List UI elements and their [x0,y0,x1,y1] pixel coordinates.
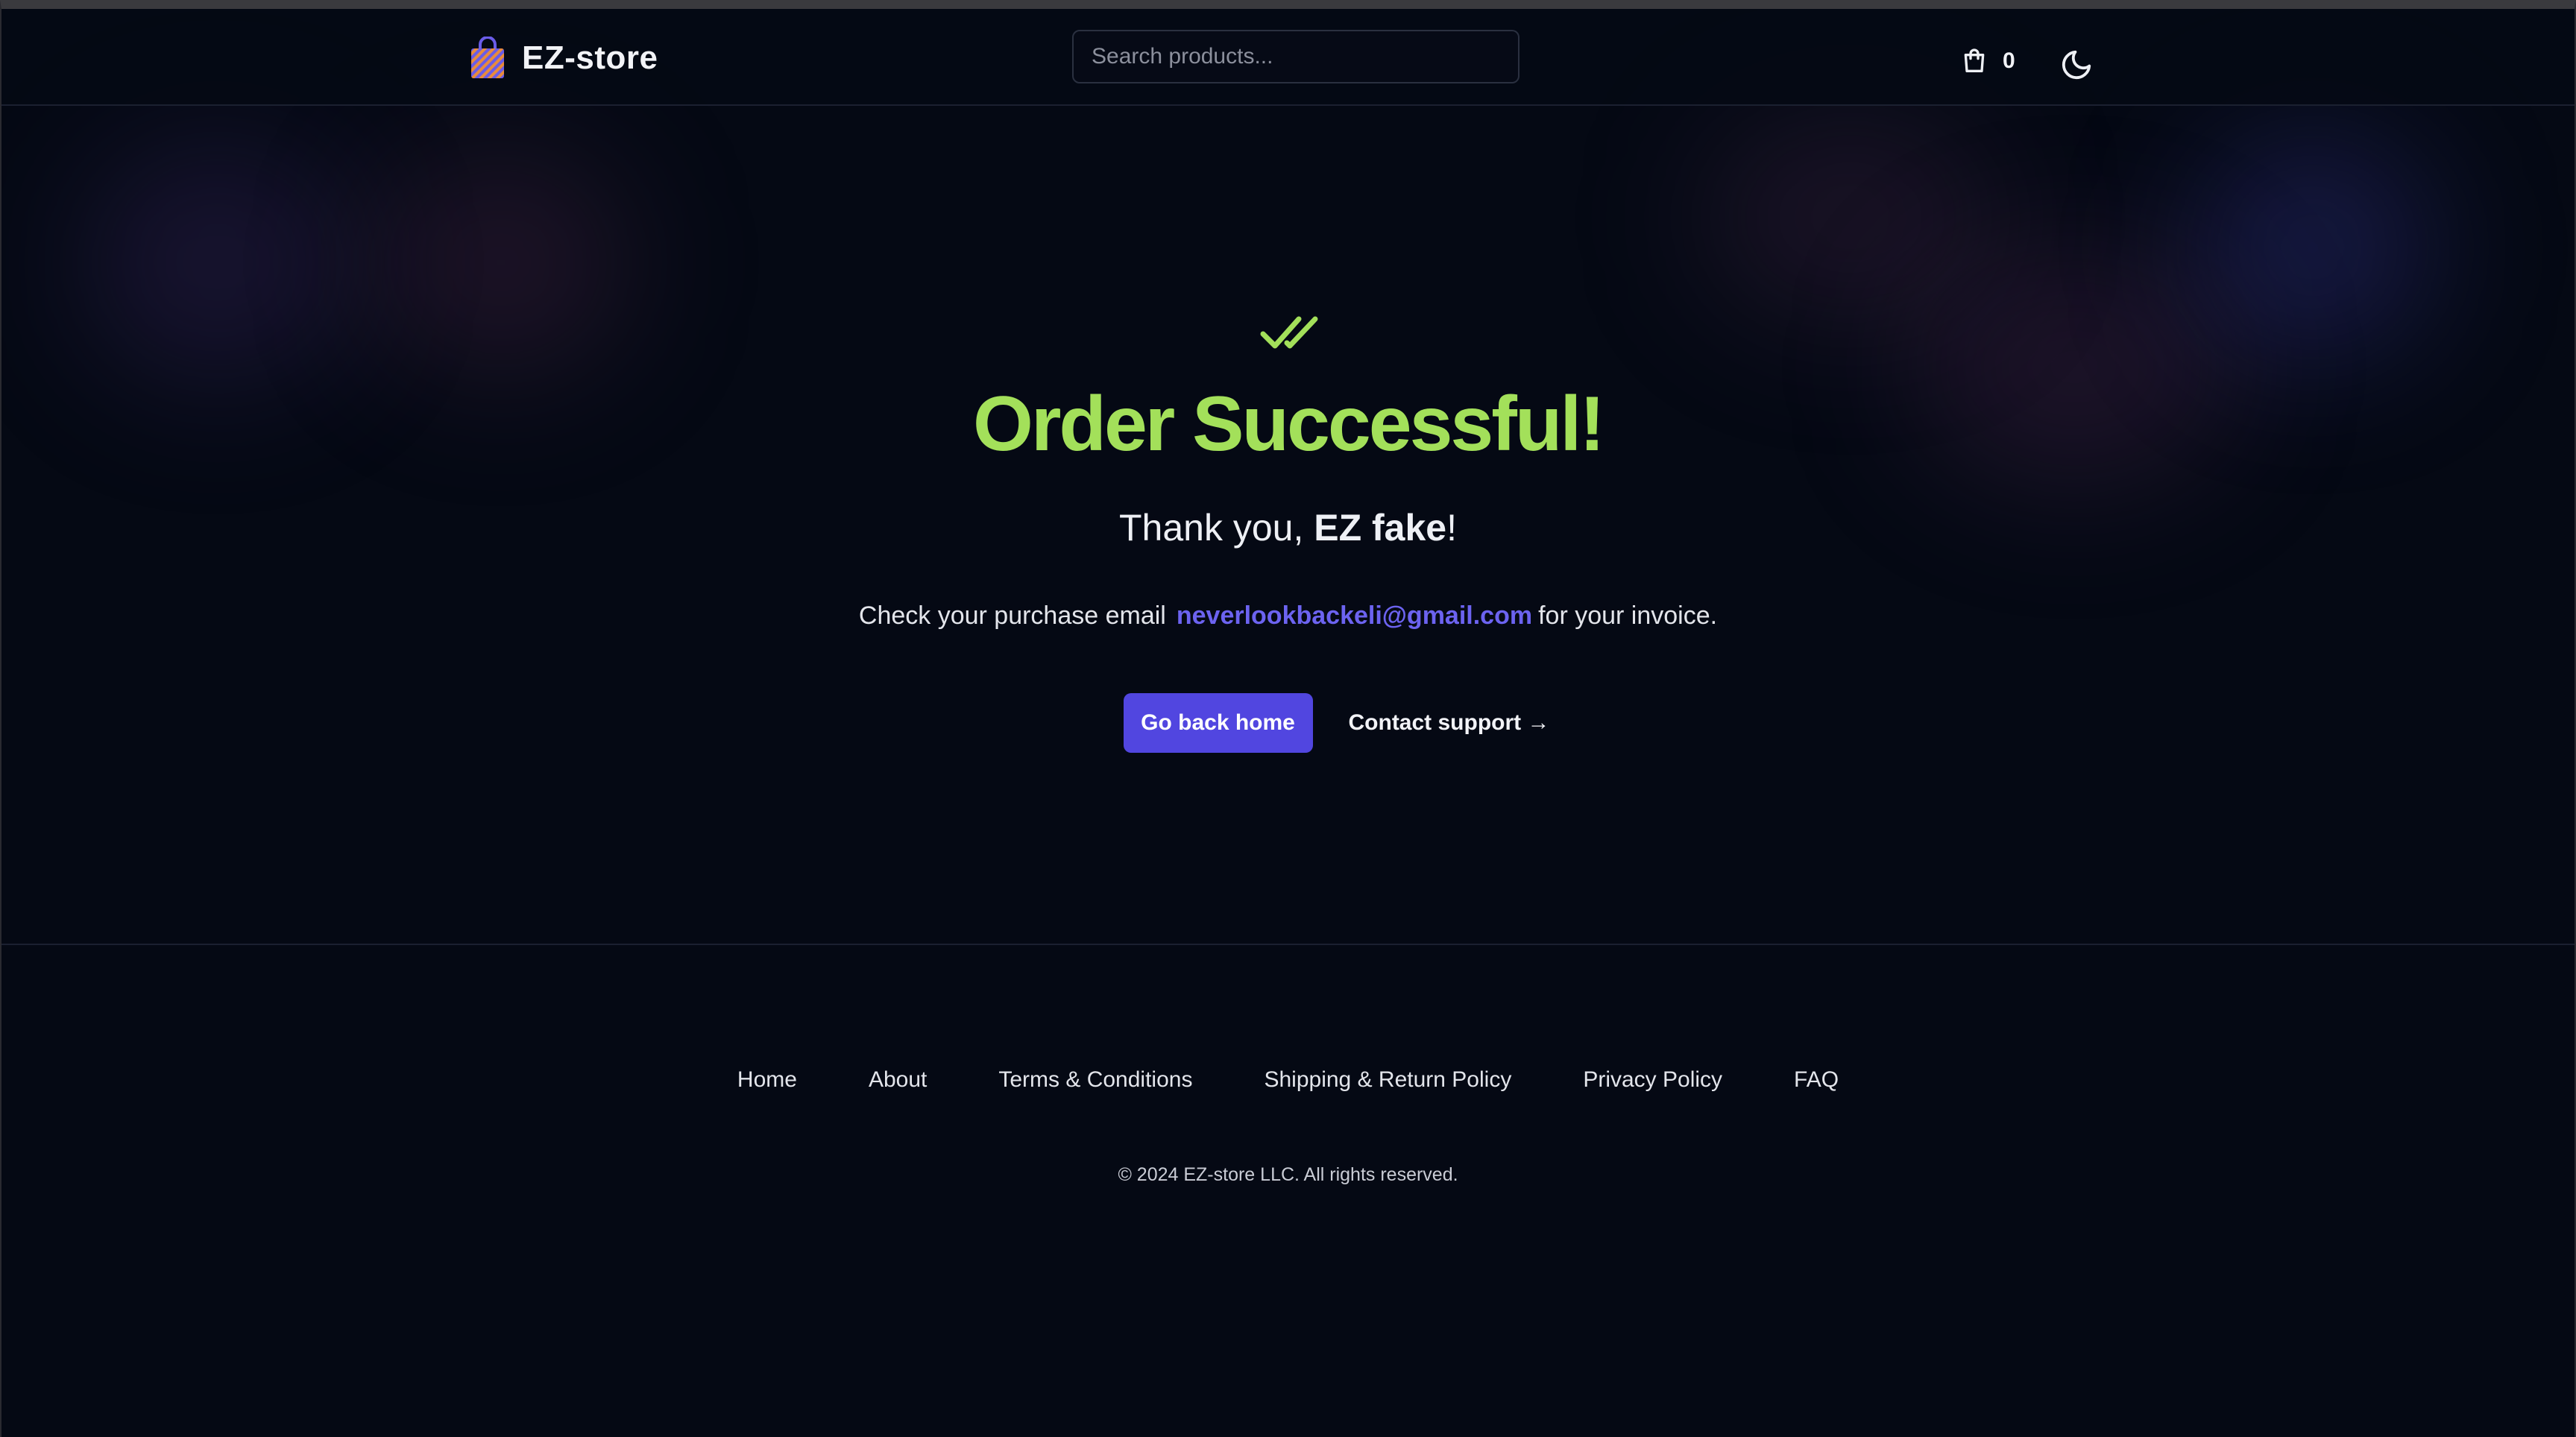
thanks-suffix: ! [1446,507,1458,549]
customer-name: EZ fake [1314,507,1447,549]
email-prefix: Check your purchase email [858,601,1166,630]
page-title: Order Successful! [973,381,1605,467]
theme-toggle-button[interactable] [2059,48,2094,82]
shopping-bag-icon [471,37,504,78]
double-check-icon [1260,316,1318,349]
thanks-prefix: Thank you, [1118,507,1314,549]
footer-link-privacy[interactable]: Privacy Policy [1583,1067,1722,1093]
site-footer: Home About Terms & Conditions Shipping &… [1,945,2575,1437]
thank-you-message: Thank you, EZ fake! [1,505,2575,550]
contact-support-link[interactable]: Contact support → [1349,710,1550,736]
site-header: EZ-store 0 [1,9,2575,106]
email-link[interactable]: neverlookbackeli@gmail.com [1177,601,1532,630]
brand-logo[interactable]: EZ-store [470,36,658,80]
footer-link-home[interactable]: Home [737,1067,797,1093]
footer-link-about[interactable]: About [869,1067,927,1093]
copyright-text: © 2024 EZ-store LLC. All rights reserved… [1118,1164,1458,1185]
browser-window: EZ-store 0 Order Successful! Thank you, … [0,0,2576,1437]
action-buttons: Go back home Contact support → [1,693,2575,753]
order-success-section: Order Successful! Thank you, EZ fake! Ch… [1,106,2575,945]
invoice-message: Check your purchase email neverlookbackel… [1,601,2575,631]
footer-nav: Home About Terms & Conditions Shipping &… [1,1067,2575,1093]
footer-link-shipping[interactable]: Shipping & Return Policy [1264,1067,1511,1093]
cart-count: 0 [2003,48,2015,73]
search-input[interactable] [1072,30,1520,83]
footer-link-terms[interactable]: Terms & Conditions [998,1067,1192,1093]
brand-name: EZ-store [522,40,658,76]
moon-icon [2062,50,2091,80]
email-suffix: for your invoice. [1538,601,1718,630]
go-back-home-button[interactable]: Go back home [1123,693,1313,753]
footer-link-faq[interactable]: FAQ [1794,1067,1839,1093]
shopping-bag-outline-icon [1964,48,1985,73]
cart-button[interactable]: 0 [1959,46,2015,76]
